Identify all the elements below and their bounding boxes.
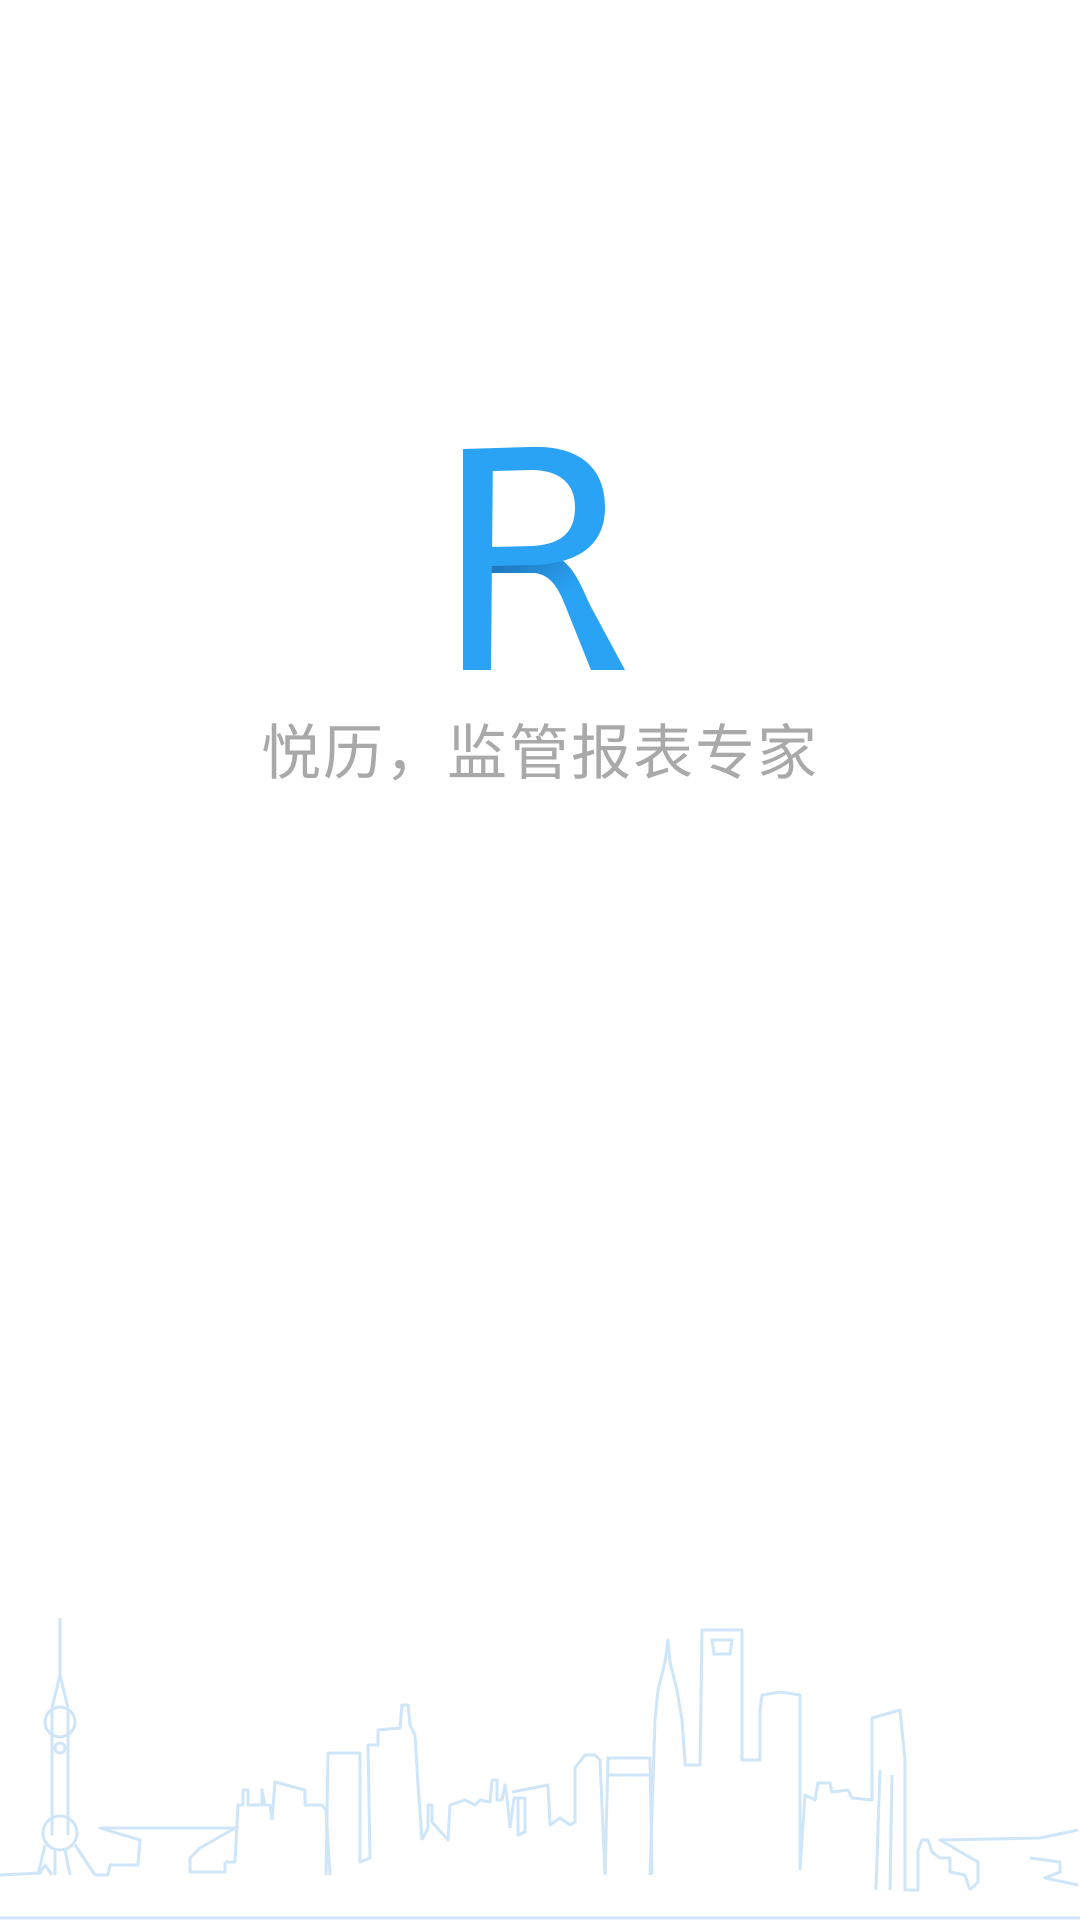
app-slogan: 悦历，监管报表专家 [261, 719, 819, 789]
city-skyline-outline-icon [0, 1618, 1080, 1920]
letter-r-logo-icon [463, 446, 625, 670]
splash-screen: 悦历，监管报表专家 [0, 0, 1080, 1920]
